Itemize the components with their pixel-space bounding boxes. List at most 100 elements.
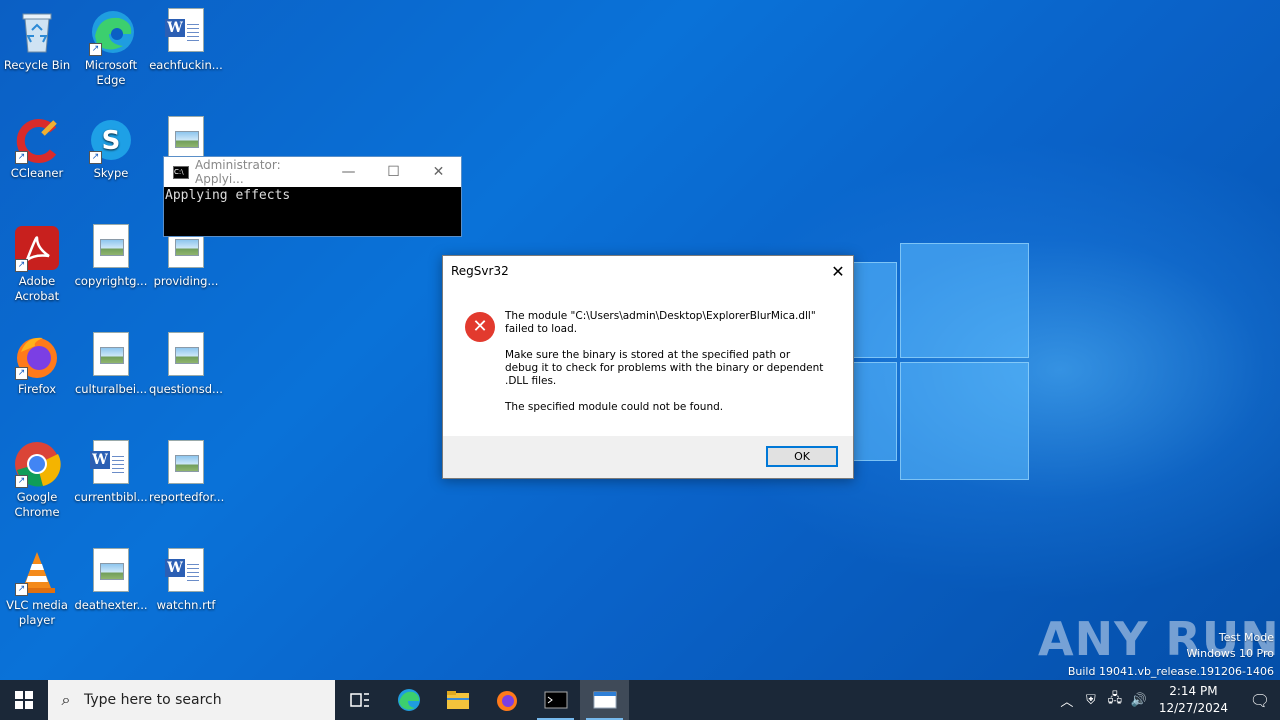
desktop-icon-image-doc[interactable]: questionsd... — [149, 332, 223, 397]
taskbar: ⌕ Type here to search ︿ ⛨ 🖧 🔊 2:14 PM 12… — [0, 680, 1280, 720]
search-placeholder: Type here to search — [84, 692, 222, 708]
dialog-content: ✕ The module "C:\Users\admin\Desktop\Exp… — [443, 287, 853, 436]
regsvr32-dialog[interactable]: RegSvr32 ✕ ✕ The module "C:\Users\admin\… — [442, 255, 854, 479]
image-document-icon — [87, 332, 135, 380]
icon-label: culturalbei... — [74, 382, 148, 396]
start-button[interactable] — [0, 680, 48, 720]
image-document-icon — [162, 440, 210, 488]
wallpaper-logo-pane — [900, 362, 1029, 480]
icon-label: Firefox — [17, 382, 57, 396]
taskbar-firefox[interactable] — [482, 680, 531, 720]
wallpaper-logo-pane — [853, 262, 897, 358]
chrome-icon: ↗ — [13, 440, 61, 488]
error-icon: ✕ — [465, 312, 495, 342]
taskbar-file-explorer[interactable] — [433, 680, 482, 720]
taskbar-edge[interactable] — [384, 680, 433, 720]
desktop-icon-firefox[interactable]: ↗ Firefox — [0, 332, 74, 397]
cmd-prompt-icon — [544, 691, 567, 709]
icon-label: questionsd... — [149, 382, 223, 396]
icon-label: CCleaner — [10, 166, 64, 180]
firefox-icon: ↗ — [13, 332, 61, 380]
icon-label: copyrightg... — [74, 274, 148, 288]
shortcut-arrow-icon: ↗ — [15, 259, 28, 272]
taskbar-regsvr32[interactable] — [580, 680, 629, 720]
desktop-icon-image-doc[interactable]: copyrightg... — [74, 224, 148, 289]
network-icon[interactable]: 🖧 — [1103, 689, 1127, 711]
task-view-button[interactable] — [335, 680, 384, 720]
minimize-icon[interactable]: — — [326, 164, 371, 180]
recycle-bin-icon — [13, 8, 61, 56]
desktop-icon-ccleaner[interactable]: ↗ CCleaner — [0, 116, 74, 181]
desktop-icon-recycle-bin[interactable]: Recycle Bin — [0, 8, 74, 73]
shortcut-arrow-icon: ↗ — [15, 583, 28, 596]
desktop-icon-image-doc[interactable]: deathexter... — [74, 548, 148, 613]
test-mode-label: Test Mode — [1218, 631, 1274, 644]
vlc-cone-icon: ↗ — [13, 548, 61, 596]
shortcut-arrow-icon: ↗ — [15, 151, 28, 164]
close-icon[interactable]: ✕ — [823, 262, 853, 281]
cmd-prompt-icon: C:\ — [173, 165, 189, 179]
taskbar-search-box[interactable]: ⌕ Type here to search — [48, 680, 335, 720]
desktop-icon-vlc[interactable]: ↗ VLC media player — [0, 548, 74, 628]
clock-time: 2:14 PM — [1169, 684, 1218, 698]
clock[interactable]: 2:14 PM 12/27/2024 — [1151, 683, 1240, 717]
icon-label: currentbibl... — [74, 490, 148, 504]
dialog-message: The module "C:\Users\admin\Desktop\Explo… — [505, 310, 825, 427]
skype-icon: S ↗ — [87, 116, 135, 164]
icon-label: Microsoft Edge — [84, 58, 138, 87]
word-document-icon: W — [162, 8, 210, 56]
icon-label: Recycle Bin — [3, 58, 71, 72]
adobe-acrobat-icon: ↗ — [13, 224, 61, 272]
dialog-window-icon — [593, 691, 616, 709]
desktop-icon-edge[interactable]: ↗ Microsoft Edge — [74, 8, 148, 88]
dialog-title: RegSvr32 — [451, 264, 509, 278]
desktop-icon-word-doc[interactable]: W watchn.rtf — [149, 548, 223, 613]
windows-edition-label: Windows 10 Pro — [1186, 647, 1274, 660]
error-message-line: The module "C:\Users\admin\Desktop\Explo… — [505, 310, 816, 335]
cmd-output: Applying effects — [165, 188, 291, 203]
shortcut-arrow-icon: ↗ — [15, 475, 28, 488]
word-document-icon: W — [87, 440, 135, 488]
dialog-title-bar[interactable]: RegSvr32 ✕ — [443, 256, 853, 286]
icon-label: deathexter... — [74, 598, 148, 612]
maximize-icon[interactable]: ☐ — [371, 164, 416, 180]
volume-icon[interactable]: 🔊 — [1127, 693, 1151, 708]
error-message-line: The specified module could not be found. — [505, 401, 724, 413]
icon-label: eachfuckin... — [149, 58, 223, 72]
cmd-title-bar[interactable]: C:\ Administrator: Applyi... — ☐ ✕ — [164, 157, 461, 187]
shortcut-arrow-icon: ↗ — [15, 367, 28, 380]
shortcut-arrow-icon: ↗ — [89, 151, 102, 164]
icon-label: VLC media player — [6, 598, 68, 627]
ok-button[interactable]: OK — [766, 446, 838, 467]
dialog-footer: OK — [443, 436, 853, 478]
desktop-icon-google-chrome[interactable]: ↗ Google Chrome — [0, 440, 74, 520]
taskbar-cmd[interactable] — [531, 680, 580, 720]
notifications-icon[interactable]: 🗨 — [1240, 691, 1280, 710]
desktop-icon-image-doc[interactable]: culturalbei... — [74, 332, 148, 397]
cmd-title: Administrator: Applyi... — [195, 158, 281, 186]
cmd-window[interactable]: C:\ Administrator: Applyi... — ☐ ✕ Apply… — [163, 156, 462, 237]
icon-label: watchn.rtf — [156, 598, 216, 612]
chevron-up-icon[interactable]: ︿ — [1055, 691, 1079, 710]
shortcut-arrow-icon: ↗ — [89, 43, 102, 56]
close-icon[interactable]: ✕ — [416, 164, 461, 180]
folder-icon — [446, 691, 469, 709]
desktop-icon-skype[interactable]: S ↗ Skype — [74, 116, 148, 181]
icon-label: reportedfor... — [149, 490, 225, 504]
wallpaper-logo-pane — [853, 362, 897, 461]
search-icon: ⌕ — [61, 690, 71, 709]
task-view-icon — [349, 693, 369, 707]
icon-label: Adobe Acrobat — [14, 274, 60, 303]
wallpaper-logo-pane — [900, 243, 1029, 358]
icon-label: Skype — [93, 166, 129, 180]
desktop-icon-word-doc[interactable]: W eachfuckin... — [149, 8, 223, 73]
desktop-icon-word-doc[interactable]: W currentbibl... — [74, 440, 148, 505]
build-label: Build 19041.vb_release.191206-1406 — [1067, 665, 1274, 678]
security-icon[interactable]: ⛨ — [1079, 693, 1103, 708]
desktop-icon-adobe-acrobat[interactable]: ↗ Adobe Acrobat — [0, 224, 74, 304]
clock-date: 12/27/2024 — [1158, 701, 1228, 715]
windows-logo-icon — [15, 691, 33, 709]
image-document-icon — [162, 332, 210, 380]
desktop-icon-image-doc[interactable]: reportedfor... — [149, 440, 225, 505]
error-message-line: Make sure the binary is stored at the sp… — [505, 349, 824, 387]
